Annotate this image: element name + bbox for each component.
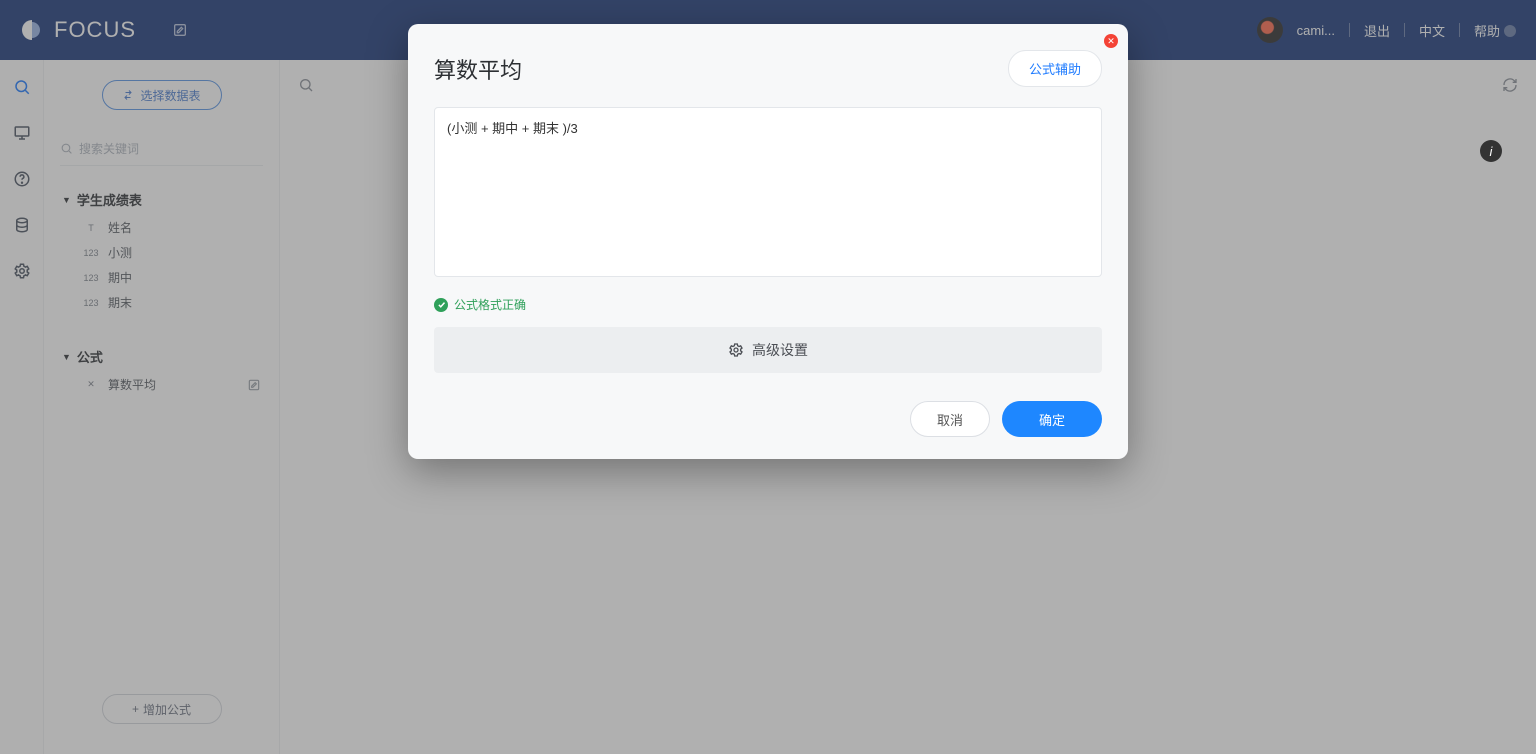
formula-assist-button[interactable]: 公式辅助 (1008, 50, 1102, 87)
gear-icon (728, 342, 744, 358)
modal-overlay: i ✕ 算数平均 公式辅助 公式格式正确 高级设置 取消 确定 (0, 0, 1536, 754)
formula-modal: ✕ 算数平均 公式辅助 公式格式正确 高级设置 取消 确定 (408, 24, 1128, 459)
status-text: 公式格式正确 (454, 296, 526, 313)
advanced-label: 高级设置 (752, 340, 808, 360)
check-icon (434, 298, 448, 312)
cancel-button[interactable]: 取消 (910, 401, 990, 437)
advanced-settings-button[interactable]: 高级设置 (434, 327, 1102, 373)
info-icon[interactable]: i (1480, 140, 1502, 162)
modal-title: 算数平均 (434, 53, 522, 85)
formula-status: 公式格式正确 (434, 296, 1102, 313)
ok-button[interactable]: 确定 (1002, 401, 1102, 437)
close-icon[interactable]: ✕ (1104, 34, 1118, 48)
formula-input[interactable] (434, 107, 1102, 277)
